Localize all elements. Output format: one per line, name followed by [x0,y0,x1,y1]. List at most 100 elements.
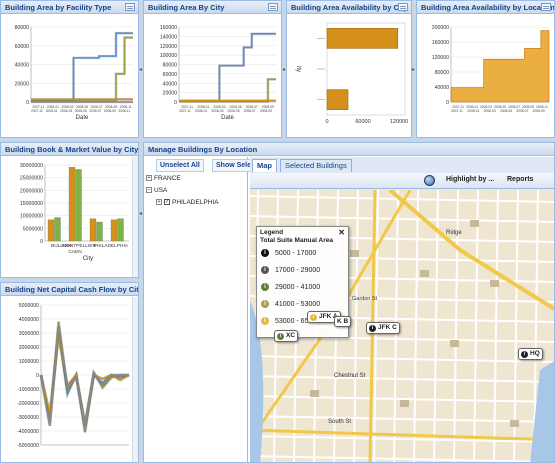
y-tick-label: -4000000 [17,429,39,435]
legend-label: 29000 - 41000 [275,283,321,291]
tab-map[interactable]: Map [252,159,277,172]
net-capital-cash-flow-chart: 5000000 4000000 3000000 2000000 1000000 0 -100… [17,303,130,449]
y-tick-label: 40000 [435,85,450,91]
y-tick-label: 20000 [15,81,30,87]
y-axis-label: ity [295,66,301,72]
series-line [179,78,276,103]
map-block [420,270,429,277]
y-tick-label: -2000000 [17,401,39,407]
x-tick-label: MONTPELLIER [62,243,96,249]
y-tick-label: 160000 [432,40,449,46]
x-tick-label: 2008-01 [46,109,58,113]
tree-node-france[interactable]: + FRANCE [146,175,181,182]
expand-icon[interactable]: + [156,199,162,206]
map-pane: Map Selected Buildings Highlight by ... … [250,157,554,462]
building-pin-xc[interactable]: i XC [274,330,299,342]
collapse-arrow-icon[interactable]: ◂ [139,210,142,217]
building-pin-jfk-b[interactable]: K B [334,316,352,327]
collapse-arrow-icon[interactable]: ◂ [139,66,142,73]
tree-node-philadelphia[interactable]: + ✓ PHILADELPHIA [156,199,219,206]
panel-availability-by-location: Building Area Availability by Location a… [416,0,555,138]
map-canvas[interactable]: Chestnut St South St Garden St Ridge Leg… [250,190,554,462]
globe-icon[interactable] [424,175,435,186]
x-tick-label: 2008-09 [104,109,116,113]
y-tick-label: 0 [40,239,43,245]
info-icon: i [521,351,528,358]
info-icon: i [369,325,376,332]
y-tick-label: 25000000 [20,176,43,182]
area-by-facility-chart: 8000060000400002000002007-11 2008-01 2008-… [15,25,133,121]
x-tick-label: 2008-03 [211,109,223,113]
panel-title: Building Area Availability by Location a… [417,1,554,14]
street-label-south: South St [328,419,352,425]
panel-menu-icon[interactable] [125,3,135,11]
map-block [510,420,519,427]
y-tick-label: 40000 [15,63,30,69]
expand-icon[interactable]: + [146,175,152,182]
info-icon: i [261,266,269,274]
legend-row: i 17000 - 29000 [261,266,320,274]
map-street [413,190,419,462]
map-highway [388,190,554,312]
y-tick-label: 40000 [163,81,178,87]
x-axis-label: Date [221,115,234,121]
y-tick-label: 0 [36,373,39,379]
panel-book-market-value: Building Book & Market Value by City 300… [0,142,139,278]
map-block [310,390,319,397]
tree-label-usa: USA [154,187,168,194]
panel-menu-icon[interactable] [268,3,278,11]
map-street [353,190,359,462]
x-tick-label: 2008-07 [244,109,256,113]
panel-title: Building Area by Facility Type [1,1,138,14]
series-line [179,33,276,102]
series-line [31,32,133,102]
tab-selected-buildings[interactable]: Selected Buildings [280,159,352,172]
checkbox[interactable]: ✓ [164,199,170,206]
unselect-all-button[interactable]: Unselect All [156,159,204,172]
y-tick-label: 0 [26,100,29,106]
panel-title: Building Book & Market Value by City [1,143,138,156]
panel-menu-icon[interactable] [398,3,408,11]
series-line [31,36,133,102]
panel-title: Building Net Capital Cash Flow by City [1,283,138,296]
building-pin-jfk-c[interactable]: i JFK C [366,322,400,334]
building-pin-hq[interactable]: i HQ [518,348,543,360]
tree-node-usa[interactable]: − USA [146,187,167,194]
legend-label: 5000 - 17000 [275,249,317,257]
legend-row: i 29000 - 41000 [261,283,320,291]
tree-label-philadelphia: PHILADELPHIA [172,199,219,206]
y-tick-label: 0 [446,100,449,106]
collapse-icon[interactable]: − [146,187,152,194]
street-label-ridge: Ridge [446,230,462,236]
x-tick-label: 2007-11 [451,109,463,113]
map-block [470,220,479,227]
y-tick-label: 120000 [160,44,177,50]
show-selected-button[interactable]: Show Sele [212,159,256,172]
info-icon: i [261,249,269,257]
map-river [530,361,554,462]
collapse-arrow-icon[interactable]: ◂ [282,66,285,73]
x-tick-label: 2008-01 [195,109,207,113]
bar [326,28,399,49]
x-tick-label: 60000 [355,119,370,125]
info-icon: i [261,317,269,325]
highlight-by-menu[interactable]: Highlight by ... [446,176,494,183]
bar [47,219,55,242]
y-tick-label: 1000000 [19,359,39,365]
bar [326,89,349,110]
street-label-garden: Garden St [352,296,378,302]
x-tick-label: 2008-07 [516,109,528,113]
x-tick-label: 2008-09 [260,109,272,113]
collapse-arrow-icon[interactable]: ▸ [412,66,415,73]
y-tick-label: 15000000 [20,201,43,207]
legend-subtitle: Total Suite Manual Area [260,237,333,244]
map-toolbar: Highlight by ... Reports [250,173,554,189]
bar [68,167,76,242]
availability-by-location-chart: 200000 160000 120000 80000 40000 02007-11 2008… [432,25,550,113]
x-tick-label: 120000 [390,119,408,125]
close-icon[interactable]: ✕ [338,228,345,237]
bar [110,219,118,242]
reports-menu[interactable]: Reports [507,176,533,183]
panel-menu-icon[interactable] [541,3,551,11]
area-series [450,30,550,103]
